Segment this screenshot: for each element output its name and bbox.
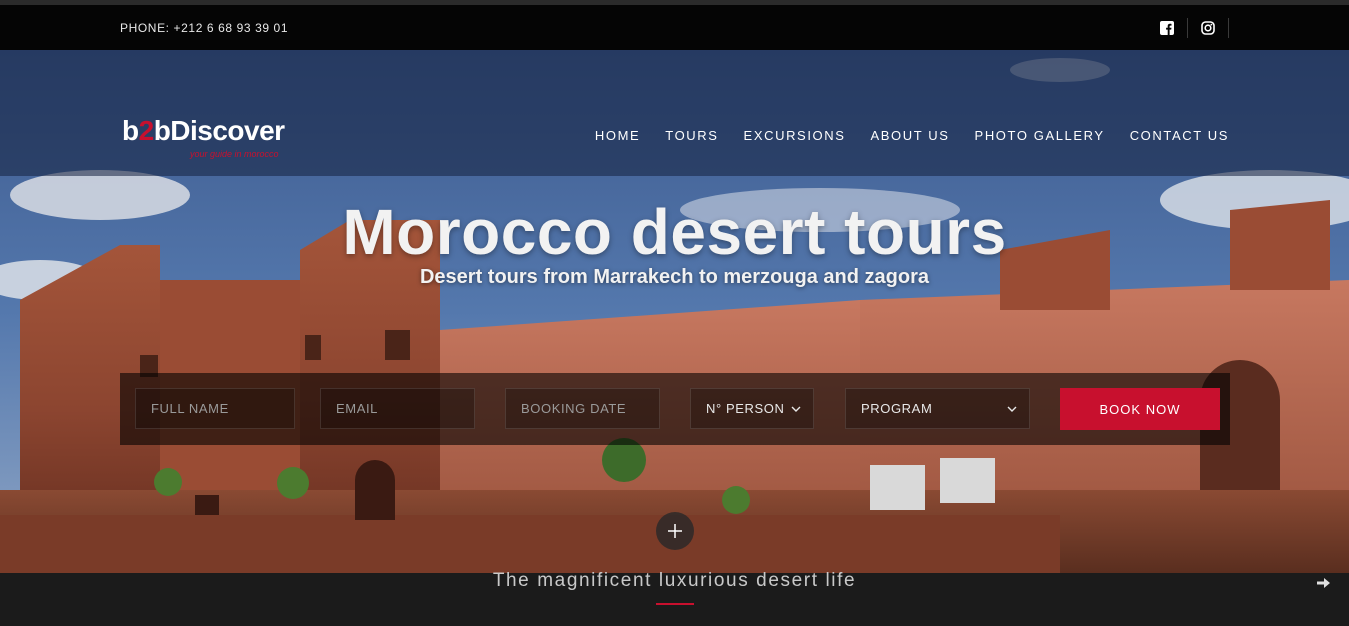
logo-number: 2 [138, 115, 155, 146]
program-select[interactable]: PROGRAM [845, 388, 1030, 429]
arrow-right-icon[interactable] [1315, 575, 1331, 591]
nav-tours[interactable]: TOURS [665, 128, 718, 143]
phone-number: PHONE: +212 6 68 93 39 01 [120, 21, 289, 35]
nav-about-us[interactable]: ABOUT US [871, 128, 950, 143]
program-select-value: PROGRAM [861, 401, 933, 416]
email-input[interactable] [320, 388, 475, 429]
heading-underline [656, 603, 694, 605]
nav-home[interactable]: HOME [595, 128, 640, 143]
expand-button[interactable] [656, 512, 694, 550]
plus-icon [668, 524, 682, 538]
booking-date-input[interactable] [505, 388, 660, 429]
main-nav: HOME TOURS EXCURSIONS ABOUT US PHOTO GAL… [595, 128, 1229, 143]
instagram-icon[interactable] [1198, 18, 1218, 38]
social-divider [1228, 18, 1229, 38]
chevron-down-icon [1007, 406, 1017, 412]
hero-title: Morocco desert tours [342, 196, 1007, 268]
booking-form: N° PERSON PROGRAM BOOK NOW [120, 373, 1230, 445]
logo-tagline: your guide in morocco [190, 149, 279, 159]
section-heading: The magnificent luxurious desert life [492, 570, 857, 591]
nav-contact-us[interactable]: CONTACT US [1130, 128, 1229, 143]
chevron-down-icon [791, 406, 801, 412]
logo-name: bDiscover [153, 115, 285, 146]
logo-wordmark: b2bDiscover [122, 115, 285, 147]
logo-letter: b [122, 115, 139, 146]
social-links [1147, 17, 1229, 39]
social-divider [1187, 18, 1188, 38]
hero-subtitle: Desert tours from Marrakech to merzouga … [419, 266, 929, 288]
facebook-icon[interactable] [1157, 18, 1177, 38]
person-select[interactable]: N° PERSON [690, 388, 814, 429]
nav-photo-gallery[interactable]: PHOTO GALLERY [975, 128, 1105, 143]
top-bar: PHONE: +212 6 68 93 39 01 [0, 5, 1349, 50]
site-logo[interactable]: b2bDiscover your guide in morocco [122, 115, 302, 163]
person-select-value: N° PERSON [706, 401, 785, 416]
book-now-button[interactable]: BOOK NOW [1060, 388, 1220, 430]
nav-excursions[interactable]: EXCURSIONS [744, 128, 846, 143]
full-name-input[interactable] [135, 388, 295, 429]
